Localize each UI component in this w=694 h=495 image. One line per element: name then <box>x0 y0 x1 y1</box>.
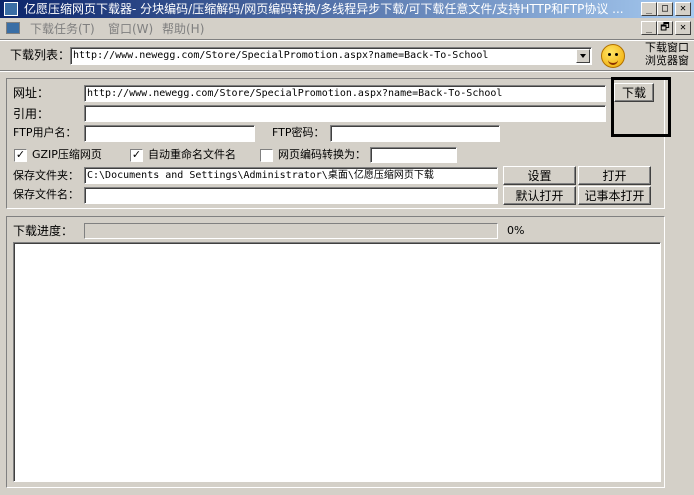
open-button[interactable]: 打开 <box>578 166 651 185</box>
default-open-button[interactable]: 默认打开 <box>503 186 576 205</box>
encode-convert-checkbox[interactable] <box>260 149 273 162</box>
referer-input[interactable] <box>84 105 606 122</box>
save-file-label: 保存文件名： <box>13 188 79 201</box>
auto-rename-checkbox[interactable]: ✓ <box>130 149 143 162</box>
log-output-area[interactable] <box>13 242 661 482</box>
progress-label: 下载进度： <box>13 224 74 238</box>
title-bar[interactable]: 亿愿压缩网页下载器- 分块编码/压缩解码/网页编码转换/多线程异步下载/可下载任… <box>0 0 694 18</box>
menu-window[interactable]: 窗口(W) <box>108 20 153 38</box>
menu-separator <box>0 39 694 41</box>
download-list-label: 下载列表： <box>10 48 71 62</box>
menu-bar <box>0 18 694 38</box>
ftp-pass-input[interactable] <box>330 125 500 142</box>
progress-percent: 0% <box>507 224 525 237</box>
menu-help[interactable]: 帮助(H) <box>162 20 204 38</box>
notepad-open-button[interactable]: 记事本打开 <box>578 186 651 205</box>
settings-button[interactable]: 设置 <box>503 166 576 185</box>
save-folder-label: 保存文件夹： <box>13 169 79 182</box>
gzip-label: GZIP压缩网页 <box>32 148 102 161</box>
save-file-input[interactable] <box>84 187 498 204</box>
mdi-child-icon[interactable] <box>6 22 20 34</box>
chevron-down-icon[interactable] <box>576 49 590 63</box>
url-input[interactable]: http://www.newegg.com/Store/SpecialPromo… <box>84 85 606 102</box>
gzip-checkbox[interactable]: ✓ <box>14 149 27 162</box>
download-list-combo[interactable]: http://www.newegg.com/Store/SpecialPromo… <box>70 47 592 65</box>
ftp-user-label: FTP用户名： <box>13 126 77 139</box>
download-list-value: http://www.newegg.com/Store/SpecialPromo… <box>73 50 489 61</box>
child-minimize-button[interactable]: _ <box>641 21 657 35</box>
save-folder-input[interactable]: C:\Documents and Settings\Administrator\… <box>84 167 498 184</box>
browser-window-link[interactable]: 浏览器窗 <box>645 54 689 67</box>
download-progress-bar <box>84 223 498 239</box>
auto-rename-label: 自动重命名文件名 <box>148 148 236 161</box>
ftp-user-input[interactable] <box>84 125 255 142</box>
app-icon[interactable] <box>4 2 18 16</box>
maximize-button[interactable]: □ <box>657 2 673 16</box>
ftp-pass-label: FTP密码： <box>272 126 325 139</box>
child-restore-button[interactable]: 🗗 <box>657 21 673 35</box>
encode-target-input[interactable] <box>370 147 457 163</box>
menu-download-tasks[interactable]: 下载任务(T) <box>30 20 95 38</box>
download-window-link[interactable]: 下载窗口 <box>645 41 689 54</box>
download-button[interactable]: 下载 <box>614 83 654 102</box>
close-button[interactable]: ✕ <box>675 2 691 16</box>
toolbar-separator <box>0 70 694 72</box>
child-close-button[interactable]: ✕ <box>675 21 691 35</box>
smiley-icon[interactable] <box>601 44 625 68</box>
minimize-button[interactable]: _ <box>641 2 657 16</box>
window-title: 亿愿压缩网页下载器- 分块编码/压缩解码/网页编码转换/多线程异步下载/可下载任… <box>24 2 624 16</box>
url-label: 网址： <box>13 86 50 100</box>
referer-label: 引用： <box>13 107 50 121</box>
encode-convert-label: 网页编码转换为： <box>278 148 366 161</box>
